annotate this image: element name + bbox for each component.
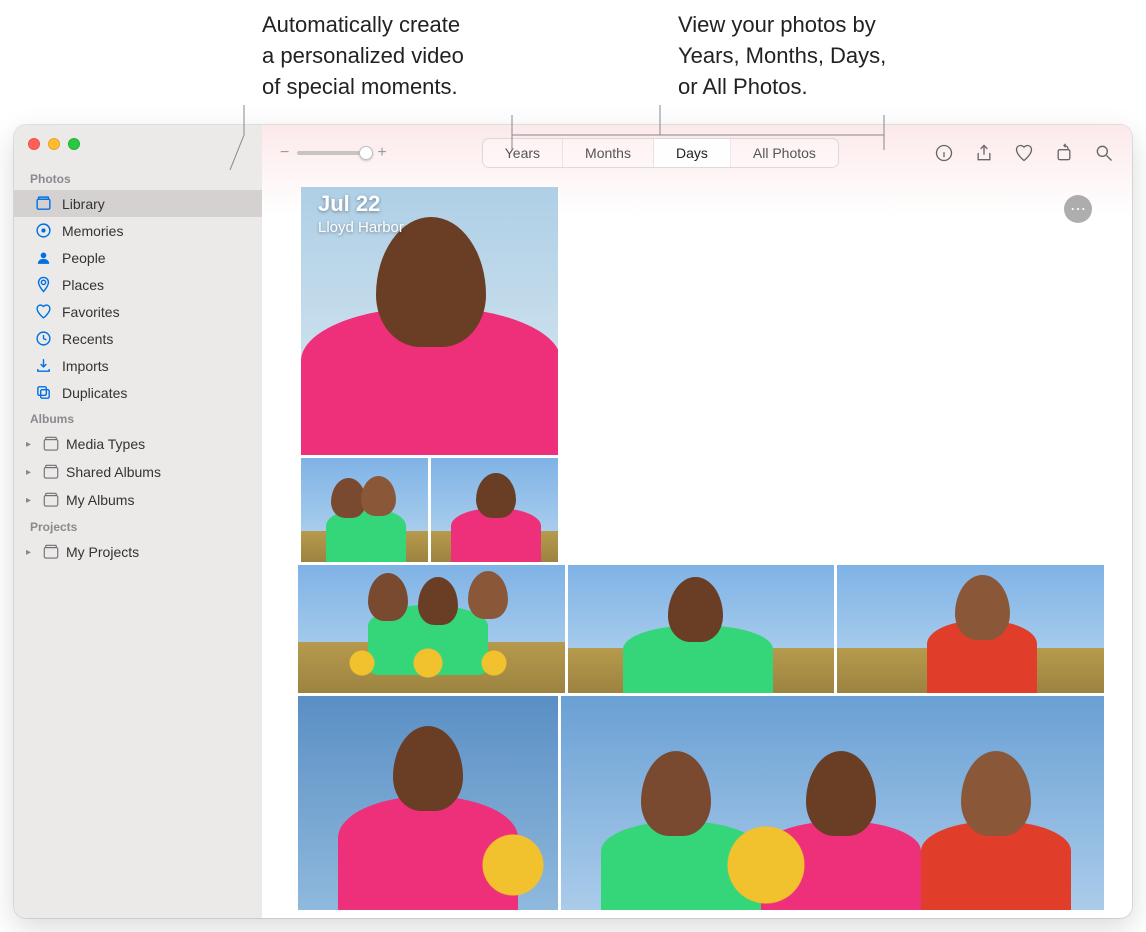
chevron-right-icon: ▸ [26,467,36,478]
sidebar-item-duplicates[interactable]: Duplicates [14,379,262,406]
places-icon [34,276,52,293]
segment-all-photos[interactable]: All Photos [731,139,838,167]
sidebar-item-recents[interactable]: Recents [14,325,262,352]
sidebar-item-library[interactable]: Library [14,190,262,217]
sidebar-label: Imports [62,358,109,374]
sidebar-label: Favorites [62,304,120,320]
clock-icon [34,330,52,347]
sidebar-label: Recents [62,331,113,347]
favorite-icon[interactable] [1014,143,1034,163]
zoom-control: − + [280,144,387,162]
fullscreen-button[interactable] [68,138,80,150]
heart-icon [34,303,52,320]
sidebar-item-my-albums[interactable]: ▸ My Albums [14,486,262,514]
sidebar-label: People [62,250,106,266]
close-button[interactable] [28,138,40,150]
chevron-right-icon: ▸ [26,439,36,450]
album-icon [42,543,60,561]
photo-thumbnail[interactable] [301,458,428,562]
sidebar-item-my-projects[interactable]: ▸ My Projects [14,538,262,566]
memories-icon [34,222,52,239]
info-icon[interactable] [934,143,954,163]
callout-memories: Automatically create a personalized vide… [262,10,592,102]
callout-view-segments: View your photos by Years, Months, Days,… [678,10,998,102]
photo-thumbnail[interactable] [298,696,558,910]
sidebar-label: Library [62,196,105,212]
segment-years[interactable]: Years [483,139,563,167]
toolbar: − + Years Months Days All Photos [262,125,1132,181]
sidebar-label: Duplicates [62,385,127,401]
day-header: Jul 22 Lloyd Harbor [318,191,404,236]
rotate-icon[interactable] [1054,143,1074,163]
sidebar-header-photos: Photos [14,166,262,190]
duplicates-icon [34,384,52,401]
photo-thumbnail[interactable] [431,458,558,562]
photo-thumbnail[interactable] [568,565,835,693]
sidebar-header-albums: Albums [14,406,262,430]
window-controls [14,134,262,166]
chevron-right-icon: ▸ [26,495,36,506]
sidebar-label: Shared Albums [66,464,161,480]
zoom-in-button[interactable]: + [377,144,386,162]
people-icon [34,249,52,266]
zoom-slider[interactable] [297,151,369,155]
sidebar-item-shared-albums[interactable]: ▸ Shared Albums [14,458,262,486]
sidebar-label: Places [62,277,104,293]
photo-thumbnail[interactable] [298,565,565,693]
share-icon[interactable] [974,143,994,163]
photos-app-window: Photos Library Memories People Places Fa… [14,125,1132,918]
sidebar-item-media-types[interactable]: ▸ Media Types [14,430,262,458]
segment-days[interactable]: Days [654,139,731,167]
sidebar-item-people[interactable]: People [14,244,262,271]
import-icon [34,357,52,374]
sidebar-item-places[interactable]: Places [14,271,262,298]
minimize-button[interactable] [48,138,60,150]
zoom-out-button[interactable]: − [280,144,289,162]
sidebar-label: Media Types [66,436,145,452]
album-icon [42,491,60,509]
day-location: Lloyd Harbor [318,219,404,236]
more-actions-button[interactable]: ⋯ [1064,195,1092,223]
library-icon [34,195,52,212]
day-date: Jul 22 [318,191,404,217]
search-icon[interactable] [1094,143,1114,163]
sidebar-item-imports[interactable]: Imports [14,352,262,379]
toolbar-actions [934,143,1114,163]
chevron-right-icon: ▸ [26,547,36,558]
segment-months[interactable]: Months [563,139,654,167]
album-icon [42,435,60,453]
sidebar-header-projects: Projects [14,514,262,538]
sidebar-label: Memories [62,223,123,239]
album-icon [42,463,60,481]
main-content: − + Years Months Days All Photos Jul 22 [262,125,1132,918]
sidebar: Photos Library Memories People Places Fa… [14,125,262,918]
sidebar-label: My Projects [66,544,139,560]
photo-thumbnail[interactable] [561,696,1104,910]
zoom-slider-thumb[interactable] [359,146,373,160]
photo-thumbnail[interactable] [837,565,1104,693]
sidebar-item-favorites[interactable]: Favorites [14,298,262,325]
sidebar-item-memories[interactable]: Memories [14,217,262,244]
sidebar-label: My Albums [66,492,134,508]
view-segmented-control: Years Months Days All Photos [482,138,839,168]
photo-grid: Jul 22 Lloyd Harbor ⋯ [262,181,1132,918]
